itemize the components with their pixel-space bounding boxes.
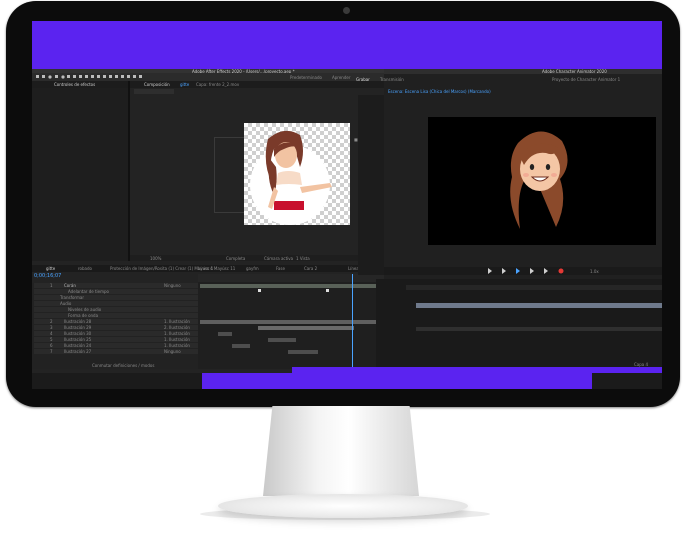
ch-window-title: Adobe Character Animator 2020 — [542, 69, 607, 74]
resolution[interactable]: Completa — [226, 256, 245, 261]
comp-viewer-bar — [130, 255, 384, 261]
keyframe[interactable] — [326, 289, 329, 292]
layer-name: Audio — [60, 301, 72, 306]
track-bar[interactable] — [288, 350, 318, 354]
timeline-tab-2[interactable]: robado — [78, 266, 92, 271]
composition-canvas[interactable] — [244, 123, 350, 225]
accent-band-bottom — [202, 373, 592, 389]
layer-row[interactable]: 6 Ilustración 24 1. Ilustración — [34, 343, 198, 348]
layer-name: Ilustración 28 — [64, 319, 92, 324]
zoom-level[interactable]: 100% — [150, 256, 161, 261]
camera-dot — [343, 7, 350, 14]
accent-band-top — [32, 21, 662, 69]
timecode[interactable]: 0;00;16;07 — [34, 274, 61, 279]
monitor-stand-base — [218, 494, 468, 518]
comp-subtab[interactable] — [134, 89, 174, 94]
ch-titlebar — [384, 69, 662, 74]
layer-row[interactable]: 2 Ilustración 28 1. Ilustración — [34, 319, 198, 324]
layer-row[interactable]: Forma de onda — [34, 313, 198, 318]
workspace-label[interactable]: Predeterminado — [290, 75, 322, 80]
track-bar[interactable] — [200, 320, 380, 324]
time-ruler[interactable] — [198, 274, 384, 282]
timeline-tab-7[interactable]: Cara 2 — [304, 266, 317, 271]
scene-name: Escena: Escena Lisa (Chica del Marcos) (… — [388, 89, 491, 94]
layer-row[interactable]: 1 Corán Ninguno — [34, 283, 198, 288]
track-bar[interactable] — [268, 338, 296, 342]
track-bar[interactable] — [200, 284, 382, 288]
toggle-modes-footer[interactable]: Conmutar definiciones / modos — [92, 363, 154, 368]
keyframe[interactable] — [258, 289, 261, 292]
layer-name: Forma de onda — [68, 313, 99, 318]
playback-controls[interactable] — [488, 268, 578, 274]
layer-row[interactable]: 7 Ilustración 27 Ninguno — [34, 349, 198, 354]
ch-left-panel — [358, 95, 384, 275]
timeline-tab-5[interactable]: gayfm — [246, 266, 259, 271]
monitor-stand-neck — [263, 406, 419, 496]
layer-row[interactable]: Audio — [34, 301, 198, 306]
layer-name: Ilustración 27 — [64, 349, 92, 354]
timeline-tab-6[interactable]: Fase — [276, 266, 285, 271]
track-bar[interactable] — [218, 332, 232, 336]
camera-select[interactable]: Cámara activa — [264, 256, 293, 261]
timeline-tab-4[interactable]: Línea 4 Mayúsc 11 — [198, 266, 235, 271]
playback-rate[interactable]: 1.0x — [590, 269, 599, 274]
character-viewer[interactable] — [428, 117, 656, 245]
composition-tab[interactable]: Composición — [144, 82, 170, 87]
stream-tab[interactable]: Transmisión — [380, 77, 404, 82]
playhead[interactable] — [352, 274, 353, 369]
ae-tool-icons[interactable] — [36, 74, 146, 80]
record-tab[interactable]: Grabar — [356, 77, 370, 82]
composition-name: gitte — [180, 82, 190, 87]
timeline-tab-1[interactable]: gitte — [46, 266, 55, 271]
timeline-tracks — [198, 274, 384, 369]
layer-name: Ilustración 29 — [64, 325, 92, 330]
ch-time-ruler[interactable] — [406, 285, 662, 290]
track-bar[interactable] — [258, 326, 354, 330]
layer-name: Niveles de audio — [68, 307, 102, 312]
after-effects-window: Adobe After Effects 2020 - /Users/…/proy… — [32, 69, 384, 373]
layer-row[interactable]: 4 Ilustración 30 1. Ilustración — [34, 331, 198, 336]
screen: Adobe After Effects 2020 - /Users/…/proy… — [32, 21, 662, 389]
track-bar[interactable] — [232, 344, 250, 348]
effects-tab[interactable]: Controles de efectos — [54, 82, 95, 87]
footage-tab[interactable]: Capa: frente 2_2.mov — [196, 82, 239, 87]
effects-panel: Controles de efectos — [32, 81, 128, 261]
monitor: Adobe After Effects 2020 - /Users/…/proy… — [6, 1, 680, 407]
learn-label[interactable]: Aprender — [332, 75, 350, 80]
layer-list: 1 Corán Ninguno Adelantar de tiempo Transf… — [32, 283, 198, 369]
layer-row[interactable]: 5 Ilustración 25 1. Ilustración — [34, 337, 198, 342]
ch-timeline: Capa 4 Capa 3 — [376, 279, 662, 373]
layer-name: Corán — [64, 283, 76, 288]
ch-project-title: Proyecto de Character Animator 1 — [552, 77, 621, 82]
puppet-face — [510, 131, 568, 229]
layer-row[interactable]: Transformar — [34, 295, 198, 300]
layer-name: Transformar — [60, 295, 84, 300]
views-select[interactable]: 1 Vista — [296, 256, 310, 261]
layer-name: Ilustración 25 — [64, 337, 92, 342]
ch-track-bar[interactable] — [416, 327, 662, 331]
girl-character-illustration — [250, 130, 332, 225]
ch-track-bar[interactable] — [416, 303, 662, 308]
layer-row[interactable]: Niveles de audio — [34, 307, 198, 312]
layer-name: Ilustración 30 — [64, 331, 92, 336]
layer-name: Adelantar de tiempo — [68, 289, 109, 294]
layer-row[interactable]: Adelantar de tiempo — [34, 289, 198, 294]
layer-row[interactable]: 3 Ilustración 29 2. Ilustración — [34, 325, 198, 330]
layer-name: Ilustración 24 — [64, 343, 92, 348]
